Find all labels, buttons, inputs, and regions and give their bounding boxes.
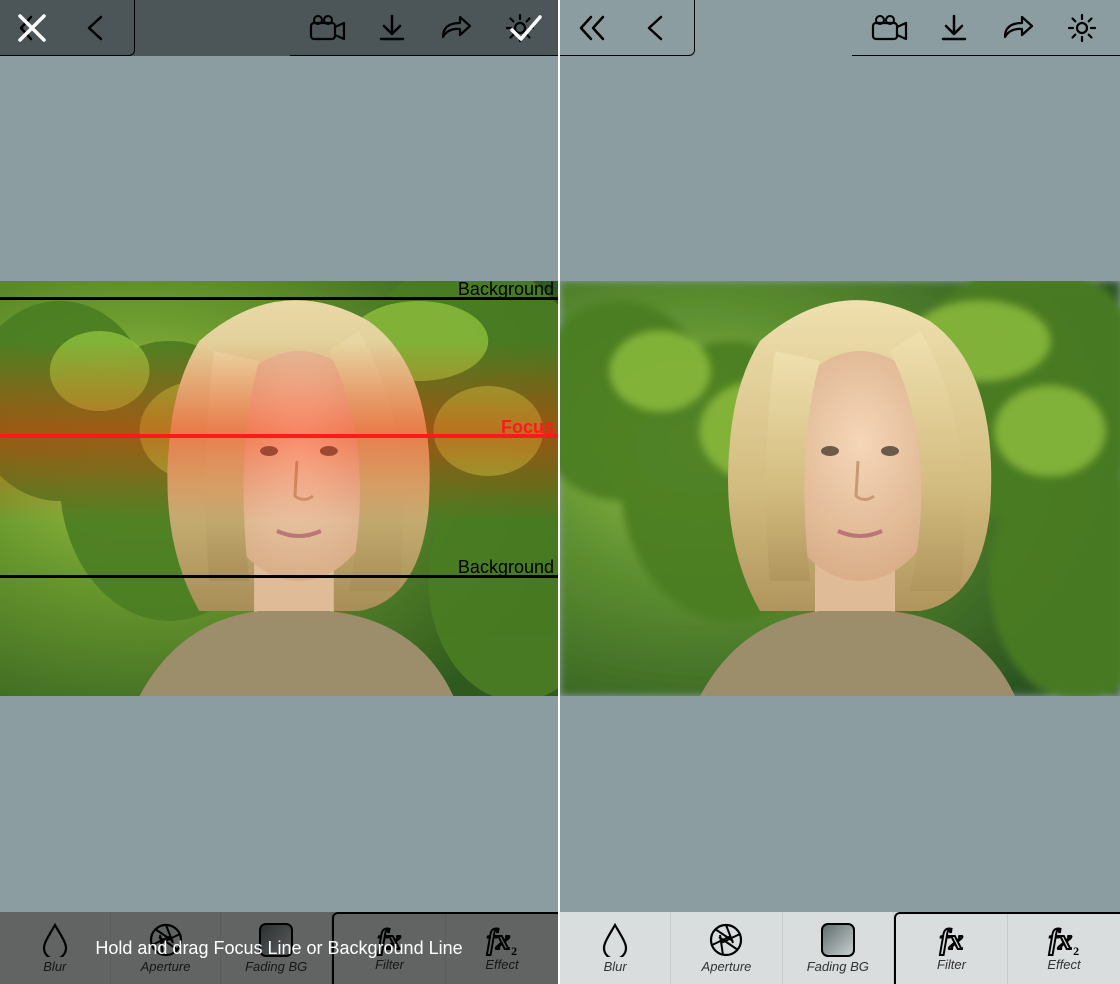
fading-bg-icon (821, 923, 855, 957)
tool-effect-label: Effect (485, 957, 518, 972)
chevron-left-icon (81, 13, 111, 43)
download-button[interactable] (922, 0, 986, 56)
aperture-icon (149, 923, 183, 957)
tool-effect[interactable]: fx2 Effect (1008, 914, 1120, 984)
tool-blur[interactable]: Blur (0, 912, 111, 984)
canvas-area-right[interactable] (560, 56, 1120, 912)
nav-back-button[interactable] (64, 0, 128, 56)
drop-icon (600, 923, 630, 957)
fx-icon: fx (940, 927, 963, 955)
close-overlay-button[interactable] (0, 0, 64, 56)
fx2-icon: fx2 (1049, 927, 1079, 955)
focus-line[interactable]: Focus (0, 434, 558, 438)
video-button[interactable] (858, 0, 922, 56)
fx-group: fx Filter fx2 Effect (894, 912, 1120, 984)
video-camera-icon (309, 13, 347, 43)
tool-effect-label: Effect (1047, 957, 1080, 972)
action-group (852, 0, 1120, 56)
settings-button[interactable] (1050, 0, 1114, 56)
video-button[interactable] (296, 0, 360, 56)
tool-filter[interactable]: fx Filter (896, 914, 1008, 984)
tool-fading-bg[interactable]: Fading BG (783, 912, 894, 984)
fx2-icon: fx2 (487, 927, 517, 955)
fx-group: fx Filter fx2 Effect (332, 912, 558, 984)
fx-icon: fx (378, 927, 401, 955)
tool-aperture-label: Aperture (702, 959, 752, 974)
background-line-top[interactable]: Background (0, 297, 558, 300)
tool-fading-bg-label: Fading BG (807, 959, 869, 974)
background-line-bottom-label: Background (458, 557, 554, 578)
background-line-top-label: Background (458, 281, 554, 300)
download-icon (939, 13, 969, 43)
bottombar-right: Blur Aperture Fading BG fx (560, 912, 1120, 984)
tool-aperture-label: Aperture (141, 959, 191, 974)
share-icon (1002, 13, 1034, 43)
tool-filter[interactable]: fx Filter (334, 914, 446, 984)
photo-left: Background Focus Background (0, 281, 558, 696)
left-pane: Background Focus Background Blur (0, 0, 560, 984)
check-icon (506, 10, 546, 46)
tool-effect[interactable]: fx2 Effect (446, 914, 558, 984)
right-pane: Blur Aperture Fading BG fx (560, 0, 1120, 984)
canvas-area-left[interactable]: Background Focus Background (0, 56, 558, 912)
topbar-left (0, 0, 558, 56)
share-button[interactable] (424, 0, 488, 56)
nav-first-button[interactable] (560, 0, 624, 56)
download-icon (377, 13, 407, 43)
aperture-icon (709, 923, 743, 957)
close-icon (14, 10, 50, 46)
tool-aperture[interactable]: Aperture (111, 912, 222, 984)
tool-fading-bg[interactable]: Fading BG (221, 912, 332, 984)
photo-right (560, 281, 1120, 696)
chevron-double-left-icon (577, 13, 607, 43)
tool-blur[interactable]: Blur (560, 912, 671, 984)
background-line-bottom[interactable]: Background (0, 575, 558, 578)
download-button[interactable] (360, 0, 424, 56)
tool-filter-label: Filter (937, 957, 966, 972)
drop-icon (40, 923, 70, 957)
fading-bg-icon (259, 923, 293, 957)
video-camera-icon (871, 13, 909, 43)
tool-aperture[interactable]: Aperture (671, 912, 782, 984)
topbar-right (560, 0, 1120, 56)
share-button[interactable] (986, 0, 1050, 56)
gear-icon (1066, 12, 1098, 44)
tool-filter-label: Filter (375, 957, 404, 972)
nav-group (560, 0, 695, 56)
tool-blur-label: Blur (43, 959, 66, 974)
share-icon (440, 13, 472, 43)
focus-line-label: Focus (501, 417, 554, 438)
chevron-left-icon (641, 13, 671, 43)
confirm-overlay-button[interactable] (494, 0, 558, 56)
bottombar-left: Blur Aperture Fading BG fx (0, 912, 558, 984)
nav-back-button[interactable] (624, 0, 688, 56)
tool-blur-label: Blur (604, 959, 627, 974)
tool-fading-bg-label: Fading BG (245, 959, 307, 974)
